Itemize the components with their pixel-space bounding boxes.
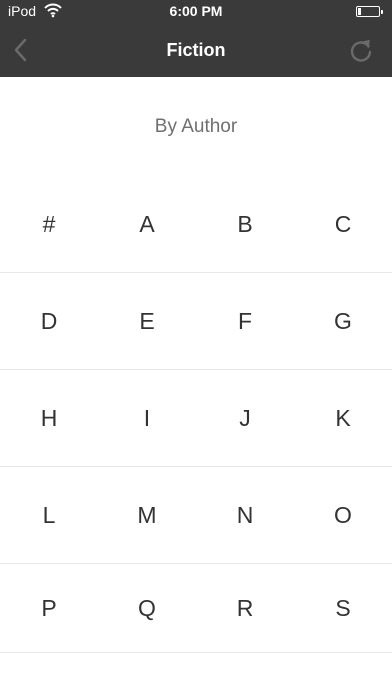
index-row: LMNO: [0, 467, 392, 564]
index-letter-button[interactable]: I: [98, 370, 196, 466]
index-letter-button[interactable]: C: [294, 176, 392, 272]
index-letter-button[interactable]: R: [196, 564, 294, 652]
battery-level: [358, 8, 361, 15]
index-letter-button[interactable]: F: [196, 273, 294, 369]
status-bar: iPod 6:00 PM: [0, 0, 392, 24]
status-time: 6:00 PM: [169, 3, 223, 19]
index-letter-button[interactable]: M: [98, 467, 196, 563]
index-letter-button[interactable]: G: [294, 273, 392, 369]
index-letter-button[interactable]: S: [294, 564, 392, 652]
index-row: HIJK: [0, 370, 392, 467]
top-bar: iPod 6:00 PM Fiction: [0, 0, 392, 77]
index-letter-button[interactable]: N: [196, 467, 294, 563]
battery-icon: [356, 6, 383, 17]
index-row: DEFG: [0, 273, 392, 370]
index-row: # A B C: [0, 176, 392, 273]
page-title: Fiction: [166, 40, 226, 60]
index-letter-button[interactable]: H: [0, 370, 98, 466]
index-row: PQRS: [0, 564, 392, 653]
section-subtitle: By Author: [154, 116, 238, 137]
index-letter-button[interactable]: P: [0, 564, 98, 652]
navigation-bar: Fiction: [0, 24, 392, 77]
refresh-icon: [350, 39, 372, 62]
refresh-button[interactable]: [346, 36, 376, 66]
index-letter-button[interactable]: A: [98, 176, 196, 272]
index-letter-button[interactable]: L: [0, 467, 98, 563]
index-letter-button[interactable]: K: [294, 370, 392, 466]
index-letter-button[interactable]: J: [196, 370, 294, 466]
index-letter-button[interactable]: B: [196, 176, 294, 272]
index-letter-button[interactable]: E: [98, 273, 196, 369]
index-letter-button[interactable]: O: [294, 467, 392, 563]
author-index-grid: # A B C D E F G H I J K L M N O P Q R S: [0, 176, 392, 653]
index-letter-button[interactable]: #: [0, 176, 98, 272]
index-letter-button[interactable]: Q: [98, 564, 196, 652]
index-letter-button[interactable]: D: [0, 273, 98, 369]
